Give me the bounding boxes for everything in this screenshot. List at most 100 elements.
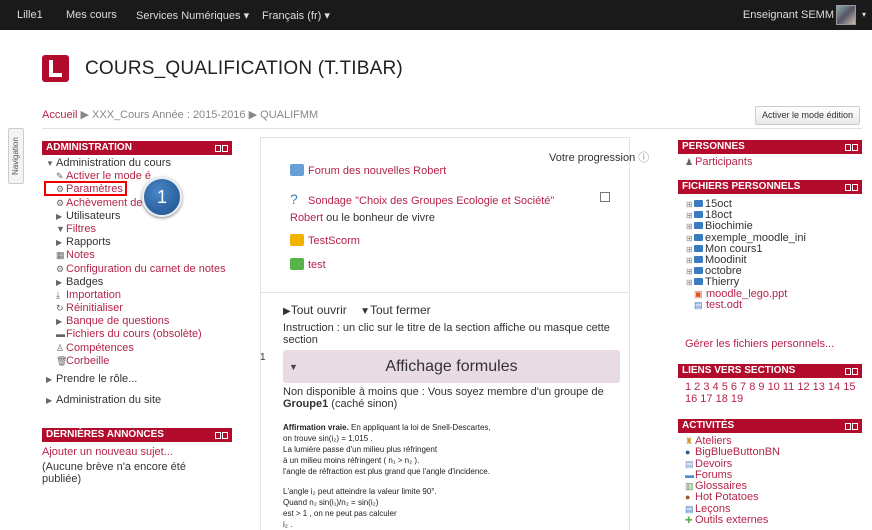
news-block-header: DERNIÈRES ANNONCES — [42, 428, 232, 442]
folder-icon — [694, 256, 703, 264]
activity-type-link[interactable]: Ateliers — [695, 435, 732, 447]
site-admin-node[interactable]: Administration du site — [56, 394, 161, 406]
grades-link[interactable]: Notes — [66, 249, 95, 261]
completion-checkbox[interactable] — [600, 192, 610, 202]
page-title: COURS_QUALIFICATION (T.TIBAR) — [85, 58, 403, 79]
competencies-icon: ♙ — [56, 342, 65, 353]
activity-test[interactable]: test — [290, 258, 326, 271]
folder-item[interactable]: exemple_moodle_ini — [705, 232, 806, 244]
legacy-files-link[interactable]: Fichiers du cours (obsolète) — [66, 328, 202, 340]
block-controls-icon[interactable] — [214, 143, 228, 152]
section-links-row[interactable]: 16 17 18 19 — [685, 393, 855, 405]
edit-mode-button[interactable]: Activer le mode édition — [754, 106, 860, 125]
expand-icon[interactable]: ⊞ — [686, 255, 694, 266]
activity-forum[interactable]: Forum des nouvelles Robert — [290, 164, 446, 177]
workshop-icon: ♜ — [685, 436, 694, 446]
activity-choice[interactable]: ? Sondage "Choix des Groupes Ecologie et … — [290, 191, 554, 207]
activity-forum-link[interactable]: Forum des nouvelles Robert — [308, 165, 446, 177]
instruction-text: Instruction : un clic sur le titre de la… — [283, 322, 610, 346]
close-all-link[interactable]: Tout fermer — [370, 303, 431, 317]
breadcrumb-home[interactable]: Accueil — [42, 109, 77, 121]
activity-type-link[interactable]: Leçons — [695, 503, 730, 515]
breadcrumb-course[interactable]: QUALIFMM — [260, 109, 318, 121]
block-controls-icon[interactable] — [844, 366, 858, 375]
activity-type-link[interactable]: BigBlueButtonBN — [695, 446, 780, 458]
help-icon[interactable]: ⓘ — [638, 152, 649, 164]
activity-type-link[interactable]: Forums — [695, 469, 732, 481]
glossary-icon: ▥ — [685, 481, 694, 492]
restriction-group: Groupe1 — [283, 398, 329, 410]
manage-files-link[interactable]: Gérer les fichiers personnels... — [685, 338, 834, 350]
reset-link[interactable]: Réinitialiser — [66, 302, 123, 314]
expand-icon[interactable]: ⊞ — [686, 277, 694, 288]
activities-block-title: ACTIVITÉS — [682, 420, 735, 431]
competencies-link[interactable]: Compétences — [66, 342, 134, 354]
block-controls-icon[interactable] — [844, 142, 858, 151]
avatar[interactable] — [836, 5, 856, 25]
navigation-drawer-tab[interactable]: Navigation — [8, 128, 24, 184]
folder-item[interactable]: 15oct — [705, 198, 732, 210]
section-links-title: LIENS VERS SECTIONS — [682, 365, 796, 376]
activity-type-link[interactable]: Devoirs — [695, 458, 732, 470]
label-text: Robert ou le bonheur de vivre — [290, 212, 435, 224]
block-controls-icon[interactable] — [214, 430, 228, 439]
expand-icon[interactable]: ⊞ — [686, 221, 694, 232]
nav-mes-cours[interactable]: Mes cours — [66, 9, 117, 21]
section-links-header: LIENS VERS SECTIONS — [678, 364, 862, 378]
expand-icon[interactable]: ⊞ — [686, 210, 694, 221]
participants-link[interactable]: Participants — [695, 156, 752, 168]
folder-item[interactable]: Moodinit — [705, 254, 747, 266]
add-news-link[interactable]: Ajouter un nouveau sujet... — [42, 446, 173, 458]
nav-lille1[interactable]: Lille1 — [17, 9, 43, 21]
folder-item[interactable]: Thierry — [705, 276, 739, 288]
nav-services[interactable]: Services Numériques ▾ — [136, 9, 249, 22]
activity-test-link[interactable]: test — [308, 259, 326, 271]
activity-scorm-link[interactable]: TestScorm — [308, 235, 360, 247]
question-bank-node[interactable]: Banque de questions — [66, 315, 169, 327]
expand-icon[interactable]: ⊞ — [686, 244, 694, 255]
folder-item[interactable]: Biochimie — [705, 220, 753, 232]
step-number-badge: 1 — [142, 177, 182, 217]
expand-icon[interactable]: ⊞ — [686, 266, 694, 277]
activity-choice-link[interactable]: Sondage "Choix des Groupes Ecologie et S… — [308, 195, 554, 207]
import-link[interactable]: Importation — [66, 289, 121, 301]
switch-role-node[interactable]: Prendre le rôle... — [56, 373, 137, 385]
participants-item[interactable]: ♟ Participants — [685, 156, 752, 168]
gradebook-setup-link[interactable]: Configuration du carnet de notes — [66, 263, 226, 275]
expand-icon[interactable]: ⊞ — [686, 233, 694, 244]
activity-scorm[interactable]: TestScorm — [290, 234, 360, 247]
chevron-down-icon[interactable]: ▾ — [862, 10, 866, 19]
recycle-bin-link[interactable]: Corbeille — [66, 355, 109, 367]
folder-item[interactable]: 18oct — [705, 209, 732, 221]
section-header[interactable]: ▼ Affichage formules — [283, 350, 620, 383]
open-all-link[interactable]: Tout ouvrir — [291, 303, 347, 317]
filters-link[interactable]: Filtres — [66, 223, 96, 235]
folder-item[interactable]: octobre — [705, 265, 742, 277]
restriction-post: (caché sinon) — [331, 398, 398, 410]
activity-type-link[interactable]: Glossaires — [695, 480, 747, 492]
reports-node[interactable]: Rapports — [66, 236, 111, 248]
activity-type-link[interactable]: Outils externes — [695, 514, 768, 526]
file-link[interactable]: test.odt — [706, 299, 742, 311]
section-links[interactable]: 1 2 3 4 5 6 7 8 9 10 11 12 13 14 15 16 1… — [685, 381, 855, 405]
users-node[interactable]: Utilisateurs — [66, 210, 120, 222]
folder-item[interactable]: Mon cours1 — [705, 243, 762, 255]
admin-course-node[interactable]: Administration du cours — [56, 157, 171, 169]
file-link[interactable]: moodle_lego.ppt — [706, 288, 787, 300]
formula-line: est > 1 , on ne peut pas calculer — [283, 509, 397, 518]
nav-language[interactable]: Français (fr) ▾ — [262, 9, 330, 22]
robert-link[interactable]: Robert — [290, 212, 323, 224]
block-controls-icon[interactable] — [844, 421, 858, 430]
collapsed-icon: ▶ — [56, 277, 63, 287]
breadcrumb-category[interactable]: XXX_Cours Année : 2015-2016 — [92, 109, 246, 121]
navigation-tab-label: Navigation — [11, 137, 20, 175]
block-controls-icon[interactable] — [844, 182, 858, 191]
badges-node[interactable]: Badges — [66, 276, 103, 288]
section-links-row[interactable]: 1 2 3 4 5 6 7 8 9 10 11 12 13 14 15 — [685, 381, 855, 393]
activity-type-link[interactable]: Hot Potatoes — [695, 491, 759, 503]
folder-icon — [694, 200, 703, 207]
expand-icon[interactable]: ⊞ — [686, 199, 694, 210]
user-name[interactable]: Enseignant SEMM — [743, 9, 834, 21]
section-title[interactable]: Affichage formules — [283, 358, 620, 376]
completion-link[interactable]: Achèvement de — [66, 197, 142, 209]
